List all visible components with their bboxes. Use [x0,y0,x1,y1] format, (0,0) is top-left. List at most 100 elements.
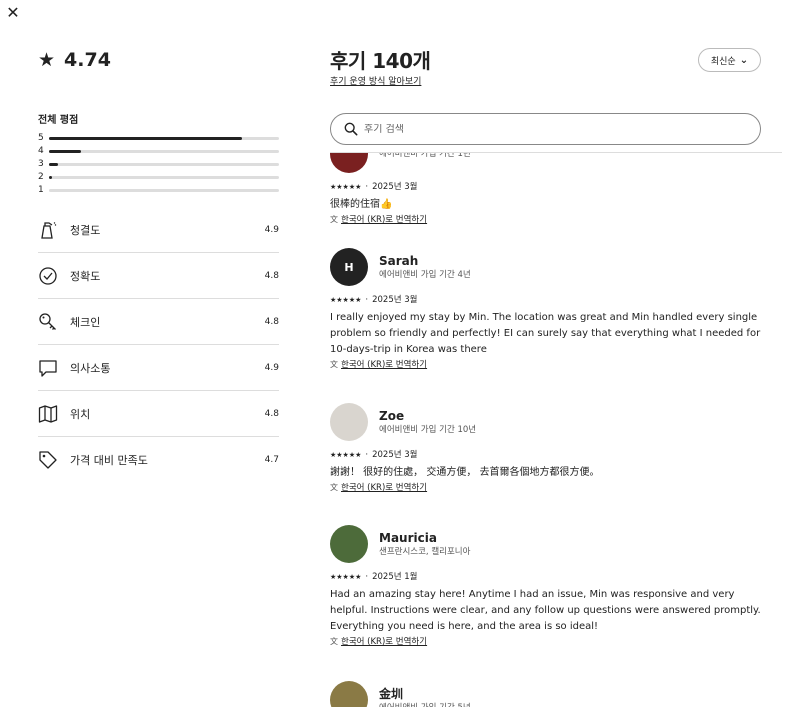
reviews-panel: 후기 140개 후기 운영 방식 알아보기 최신순 ⌄ 에어비앤비 가입 기간 … [330,0,805,707]
rating-bar-track [49,189,279,192]
translate-icon: 文 [330,360,338,369]
rating-bar-fill [49,176,52,179]
review-date: 2025년 3월 [372,450,418,460]
category-label: 위치 [70,407,91,421]
translate-row: 文 한국어 (KR)로 번역하기 [330,635,770,649]
avatar[interactable]: H [330,248,368,286]
category-rating: 정확도 4.8 [38,253,279,299]
rating-bar-3: 3 [38,158,279,171]
overall-score-value: 4.74 [64,49,111,71]
sort-label: 최신순 [710,56,736,67]
reviewer-name: Zoe [379,408,405,423]
translate-icon: 文 [330,637,338,646]
reviewer-subtitle: 에어비앤비 가입 기간 10년 [379,424,477,435]
category-value: 4.9 [264,362,279,373]
chat-bubble-icon [38,358,58,378]
rating-bar-label: 1 [38,185,44,195]
category-value: 4.9 [264,224,279,235]
avatar[interactable] [330,681,368,707]
meta-separator: · [365,295,369,305]
star-icon: ★ [38,49,56,71]
avatar[interactable] [330,153,368,173]
category-rating: 청결도 4.9 [38,207,279,253]
review-stars: ★★★★★ [330,296,362,304]
meta-separator: · [365,572,369,582]
translate-link[interactable]: 한국어 (KR)로 번역하기 [341,213,427,227]
chevron-down-icon: ⌄ [739,54,749,66]
overall-score: ★ 4.74 [38,50,111,70]
rating-bar-fill [49,137,243,140]
review-date: 2025년 1월 [372,572,418,582]
translate-icon: 文 [330,483,338,492]
rating-summary: ★ 4.74 전체 평점 5 4 3 2 1 청결도 4.9 정확도 4.8 체크인 4.8 의사소… [38,0,279,707]
translate-link[interactable]: 한국어 (KR)로 번역하기 [341,635,427,649]
review-list[interactable]: 에어비앤비 가입 기간 1년 ★★★★★ · 2025년 3월 很棒的住宿👍 文 한국어 (… [330,153,780,707]
reviewer-name: Sarah [379,253,419,268]
reviewer-subtitle: 샌프란시스코, 캘리포니아 [379,546,471,557]
how-reviews-work-link[interactable]: 후기 운영 방식 알아보기 [330,74,421,87]
review-stars: ★★★★★ [330,451,362,459]
translate-row: 文 한국어 (KR)로 번역하기 [330,358,770,372]
review-text: 很棒的住宿👍 [330,199,393,210]
review-text: I really enjoyed my stay by Min. The loc… [330,312,761,355]
reviewer-name: Mauricia [379,530,437,545]
rating-bar-4: 4 [38,145,279,158]
key-icon [38,312,58,332]
rating-bar-2: 2 [38,171,279,184]
rating-distribution: 5 4 3 2 1 [38,132,279,197]
review-meta: ★★★★★ · 2025년 1월 [330,571,770,583]
reviewer-info: 金圳에어비앤비 가입 기간 5년 [379,687,471,707]
rating-bar-1: 1 [38,184,279,197]
avatar[interactable] [330,525,368,563]
reviewer-info: Zoe 에어비앤비 가입 기간 10년 [379,409,476,436]
rating-bar-track [49,137,279,140]
category-ratings: 청결도 4.9 정확도 4.8 체크인 4.8 의사소통 4.9 위치 4.8 가격 대비 만족도 4… [38,207,279,483]
review-header: 金圳에어비앤비 가입 기간 5년 [330,681,770,707]
category-value: 4.8 [264,408,279,419]
review-text: 謝謝！ 很好的住處， 交通方便， 去首爾各個地方都很方便。 [330,467,600,478]
review-stars: ★★★★★ [330,183,362,191]
cleaning-spray-icon [38,220,58,240]
reviewer-info: Mauricia 샌프란시스코, 캘리포니아 [379,531,470,558]
review-item: Zoe 에어비앤비 가입 기간 10년 ★★★★★ · 2025년 3월 謝謝！ 很好的住… [330,403,770,495]
rating-bar-fill [49,163,59,166]
category-label: 청결도 [70,223,101,237]
reviews-title: 후기 140개 [330,49,431,73]
category-label: 가격 대비 만족도 [70,454,148,467]
review-search-input[interactable] [364,123,744,135]
search-icon [344,122,358,136]
review-search-box[interactable] [330,113,761,145]
review-header: H Sarah 에어비앤비 가입 기간 4년 [330,248,770,286]
translate-link[interactable]: 한국어 (KR)로 번역하기 [341,358,427,372]
reviewer-info: 에어비앤비 가입 기간 1년 [379,153,471,160]
translate-row: 文 한국어 (KR)로 번역하기 [330,213,770,227]
translate-link[interactable]: 한국어 (KR)로 번역하기 [341,481,427,495]
rating-bar-fill [49,150,82,153]
review-text: Had an amazing stay here! Anytime I had … [330,589,761,632]
avatar[interactable] [330,403,368,441]
category-rating: 체크인 4.8 [38,299,279,345]
review-meta: ★★★★★ · 2025년 3월 [330,294,770,306]
category-value: 4.8 [264,316,279,327]
category-value: 4.8 [264,270,279,281]
review-meta: ★★★★★ · 2025년 3월 [330,449,770,461]
review-stars: ★★★★★ [330,573,362,581]
reviewer-subtitle: 에어비앤비 가입 기간 5년 [379,702,471,707]
reviewer-subtitle: 에어비앤비 가입 기간 1년 [379,153,471,159]
reviewer-name: 金圳 [379,686,404,701]
overall-rating-label: 전체 평점 [38,115,79,126]
category-label: 정확도 [70,269,101,283]
check-circle-icon [38,266,58,286]
close-icon[interactable]: ✕ [4,4,22,22]
review-header: Zoe 에어비앤비 가입 기간 10년 [330,403,770,441]
category-rating: 위치 4.8 [38,391,279,437]
translate-icon: 文 [330,215,338,224]
review-meta: ★★★★★ · 2025년 3월 [330,181,770,193]
rating-bar-track [49,163,279,166]
category-value: 4.7 [264,455,279,465]
map-icon [38,404,58,424]
review-date: 2025년 3월 [372,182,418,192]
rating-bar-label: 5 [38,133,44,143]
sort-dropdown[interactable]: 최신순 ⌄ [698,48,761,72]
category-label: 체크인 [70,315,101,329]
